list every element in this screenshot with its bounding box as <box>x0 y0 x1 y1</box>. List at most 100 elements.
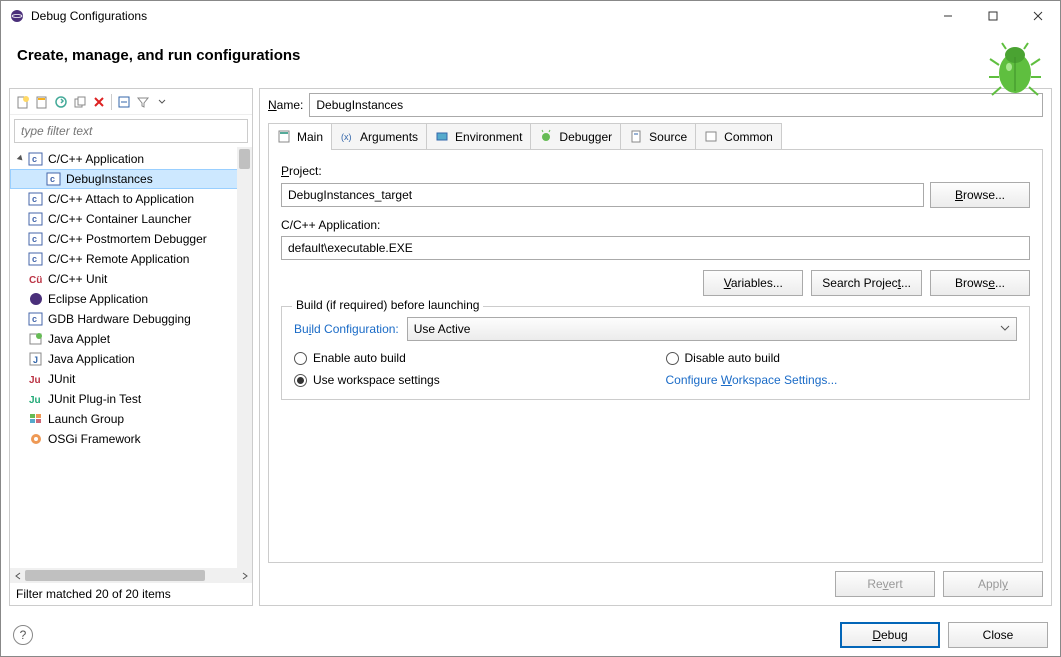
tree-item-label: C/C++ Container Launcher <box>48 212 191 226</box>
debug-icon <box>986 41 1044 99</box>
tree-item[interactable]: Launch Group <box>10 409 252 429</box>
scroll-left-icon[interactable] <box>10 568 25 583</box>
tree-item-label: Java Applet <box>48 332 110 346</box>
svg-text:c: c <box>32 214 37 224</box>
tab-debugger[interactable]: Debugger <box>530 123 621 149</box>
close-dialog-button[interactable]: Close <box>948 622 1048 648</box>
tree-item[interactable]: Ju JUnit Plug-in Test <box>10 389 252 409</box>
configure-workspace-link[interactable]: Configure Workspace Settings... <box>666 373 1018 387</box>
tab-icon <box>539 129 555 145</box>
new-proto-icon[interactable] <box>33 93 51 111</box>
tree-item-label: JUnit <box>48 372 75 386</box>
tab-common[interactable]: Common <box>695 123 782 149</box>
debug-button[interactable]: Debug <box>840 622 940 648</box>
tree-item[interactable]: c C/C++ Application <box>10 149 252 169</box>
svg-text:J: J <box>33 355 38 365</box>
disable-auto-build-radio[interactable]: Disable auto build <box>666 351 1018 365</box>
tree-item[interactable]: cC/C++ Remote Application <box>10 249 252 269</box>
tree-item-label: C/C++ Application <box>48 152 144 166</box>
ja-icon <box>28 331 44 347</box>
application-label: C/C++ Application: <box>281 218 1030 232</box>
variables-button[interactable]: Variables... <box>703 270 803 296</box>
application-browse-button[interactable]: Browse... <box>930 270 1030 296</box>
svg-text:Cü: Cü <box>29 275 42 286</box>
tree-item-label: Launch Group <box>48 412 124 426</box>
tree-item[interactable]: Cü C/C++ Unit <box>10 269 252 289</box>
export-icon[interactable] <box>52 93 70 111</box>
build-config-value: Use Active <box>414 322 471 336</box>
svg-text:c: c <box>32 154 37 164</box>
tree-item[interactable]: OSGi Framework <box>10 429 252 449</box>
name-input[interactable] <box>309 93 1043 117</box>
tree-item[interactable]: c C/C++ Postmortem Debugger <box>10 229 252 249</box>
config-tree[interactable]: cC/C++ ApplicationcDebugInstancescC/C++ … <box>10 147 252 451</box>
delete-icon[interactable] <box>90 93 108 111</box>
page-title: Create, manage, and run configurations <box>17 47 1044 64</box>
tree-item[interactable]: Eclipse Application <box>10 289 252 309</box>
tab-icon <box>629 129 645 145</box>
filter-matched-label: Filter matched 20 of 20 items <box>10 583 252 605</box>
build-config-select[interactable]: Use Active <box>407 317 1017 341</box>
svg-text:c: c <box>32 194 37 204</box>
tab-source[interactable]: Source <box>620 123 696 149</box>
tree-item[interactable]: c C/C++ Container Launcher <box>10 209 252 229</box>
jup-icon: Ju <box>28 391 44 407</box>
help-button[interactable]: ? <box>13 625 33 645</box>
header: Create, manage, and run configurations <box>1 31 1060 88</box>
tree-item-label: JUnit Plug-in Test <box>48 392 141 406</box>
tab-arguments[interactable]: (x)Arguments <box>331 123 427 149</box>
svg-text:c: c <box>32 314 37 324</box>
svg-text:Ju: Ju <box>29 395 41 406</box>
tree-item-label: C/C++ Postmortem Debugger <box>48 232 207 246</box>
separator <box>111 94 112 110</box>
scroll-right-icon[interactable] <box>237 568 252 583</box>
build-config-label[interactable]: Build Configuration: <box>294 322 399 336</box>
tab-main[interactable]: Main <box>268 123 332 149</box>
c-icon: c <box>28 211 44 227</box>
tree-item-label: C/C++ Unit <box>48 272 107 286</box>
cu-icon: Cü <box>28 271 44 287</box>
left-pane: cC/C++ ApplicationcDebugInstancescC/C++ … <box>9 88 253 606</box>
new-config-icon[interactable] <box>14 93 32 111</box>
c-icon: c <box>28 251 44 267</box>
window-title: Debug Configurations <box>31 9 925 23</box>
horizontal-scrollbar[interactable] <box>10 568 252 583</box>
c-icon: c <box>28 151 44 167</box>
tab-label: Main <box>297 130 323 144</box>
project-browse-button[interactable]: Browse... <box>930 182 1030 208</box>
tree-item[interactable]: c C/C++ Attach to Application <box>10 189 252 209</box>
eclipse-icon <box>9 8 25 24</box>
expand-icon[interactable] <box>14 154 28 164</box>
tree-item[interactable]: JJava Application <box>10 349 252 369</box>
revert-button[interactable]: Revert <box>835 571 935 597</box>
tab-environment[interactable]: Environment <box>426 123 531 149</box>
svg-text:(x): (x) <box>341 132 352 142</box>
filter-icon[interactable] <box>134 93 152 111</box>
svg-text:c: c <box>32 254 37 264</box>
duplicate-icon[interactable] <box>71 93 89 111</box>
close-button[interactable] <box>1015 1 1060 31</box>
tree-item[interactable]: JuJUnit <box>10 369 252 389</box>
tree-item[interactable]: c DebugInstances <box>10 169 252 189</box>
filter-dropdown-icon[interactable] <box>153 93 171 111</box>
project-input[interactable] <box>281 183 924 207</box>
c-icon: c <box>46 171 62 187</box>
apply-button[interactable]: Apply <box>943 571 1043 597</box>
search-project-button[interactable]: Search Project... <box>811 270 922 296</box>
tree-item[interactable]: cGDB Hardware Debugging <box>10 309 252 329</box>
right-pane: Name: Main(x)ArgumentsEnvironmentDebugge… <box>259 88 1052 606</box>
application-input[interactable] <box>281 236 1030 260</box>
use-workspace-radio[interactable]: Use workspace settings <box>294 373 646 387</box>
collapse-all-icon[interactable] <box>115 93 133 111</box>
vertical-scrollbar[interactable] <box>237 147 252 568</box>
minimize-button[interactable] <box>925 1 970 31</box>
filter-input[interactable] <box>14 119 248 143</box>
tab-label: Source <box>649 130 687 144</box>
maximize-button[interactable] <box>970 1 1015 31</box>
tree-item-label: C/C++ Attach to Application <box>48 192 194 206</box>
enable-auto-build-radio[interactable]: Enable auto build <box>294 351 646 365</box>
tree-item-label: DebugInstances <box>66 172 153 186</box>
c-icon: c <box>28 231 44 247</box>
project-label: Project: <box>281 164 1030 178</box>
tree-item[interactable]: Java Applet <box>10 329 252 349</box>
